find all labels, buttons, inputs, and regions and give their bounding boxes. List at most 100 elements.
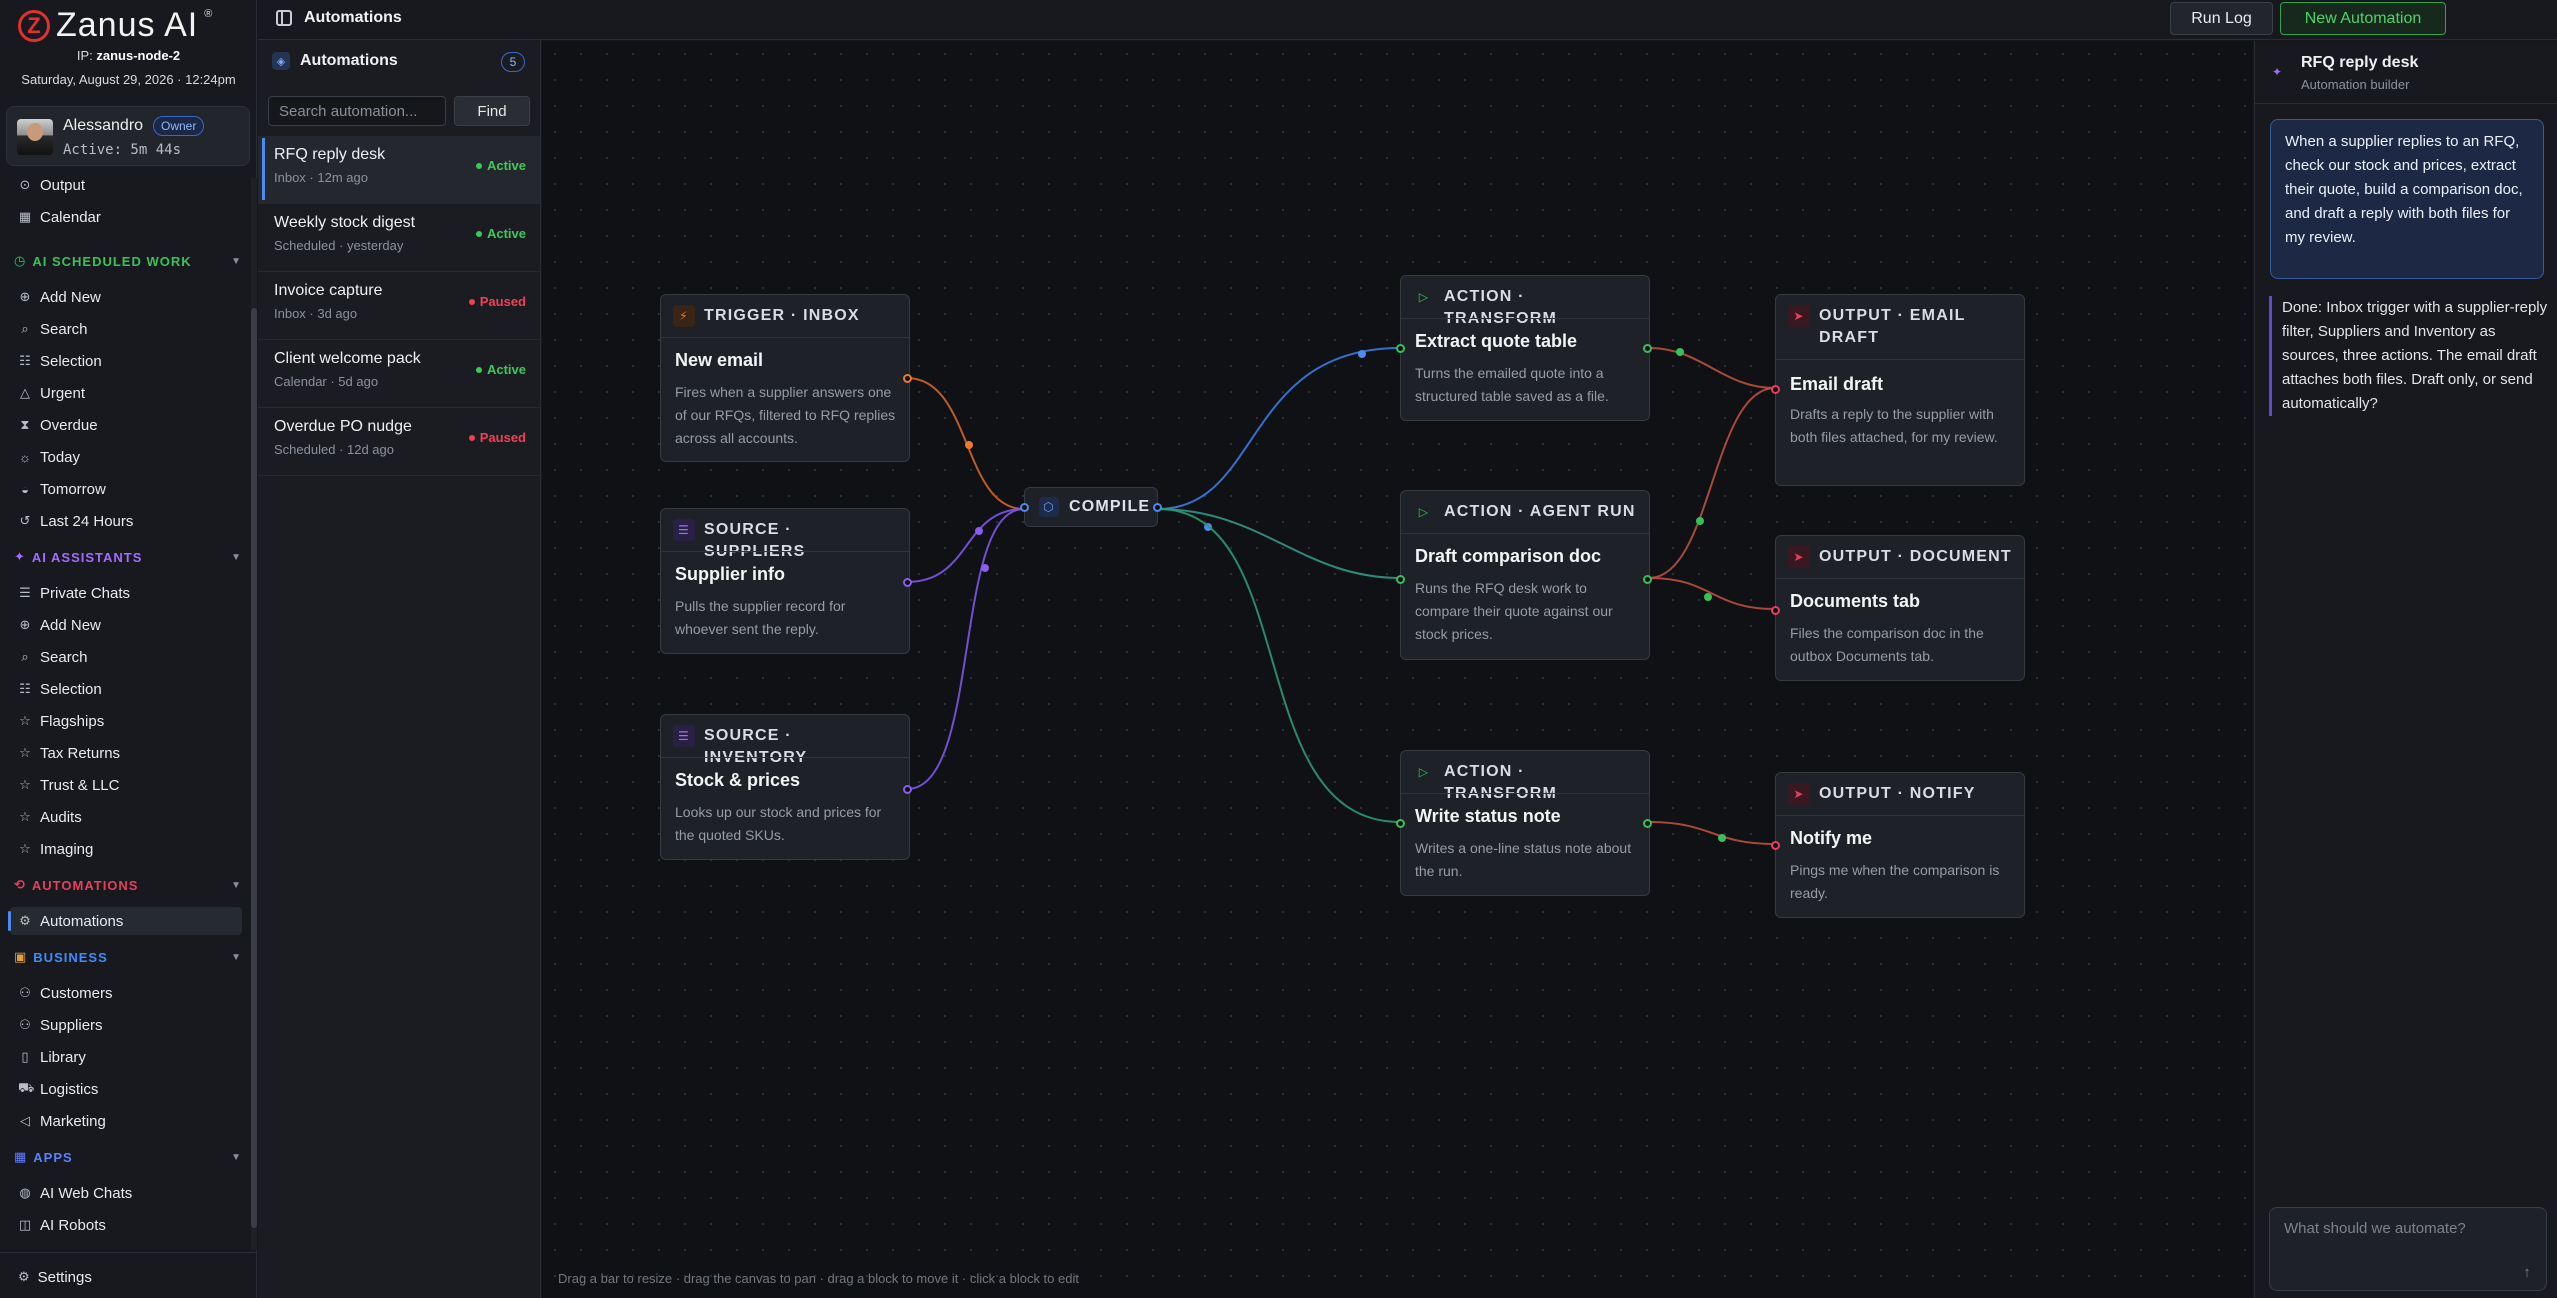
sidebar-item-private-chats[interactable]: ☰ Private Chats — [10, 579, 242, 607]
section-apps[interactable]: ▦ APPS ▼ — [14, 1146, 242, 1168]
sidebar-item-sched-add-new[interactable]: ⊕ Add New — [10, 283, 242, 311]
output-port[interactable] — [903, 785, 912, 794]
automation-item[interactable]: Weekly stock digest Scheduled · yesterda… — [258, 204, 540, 272]
section-automations[interactable]: ⟲ AUTOMATIONS ▼ — [14, 874, 242, 896]
hourglass-icon: ⧗ — [20, 417, 30, 432]
node-action-status-note[interactable]: ▷ ACTION · TRANSFORM Write status note Wr… — [1396, 750, 1652, 896]
node-source-inventory[interactable]: ☰ SOURCE · INVENTORY Stock & prices Looks… — [660, 714, 912, 860]
sidebar-item-calendar[interactable]: ▦ Calendar — [10, 203, 242, 231]
input-port[interactable] — [1396, 819, 1405, 828]
node-trigger-inbox[interactable]: ⚡ TRIGGER · INBOX New email Fires when a … — [660, 294, 912, 462]
wire-midpoint-dot — [981, 564, 989, 572]
sidebar-item-assist-search[interactable]: ⌕ Search — [10, 643, 242, 671]
sidebar-item-sched-selection[interactable]: ☷ Selection — [10, 347, 242, 375]
input-port[interactable] — [1020, 503, 1029, 512]
node-action-extract[interactable]: ▷ ACTION · TRANSFORM Extract quote table … — [1396, 275, 1652, 421]
input-port[interactable] — [1396, 344, 1405, 353]
node-kind: ACTION · AGENT RUN — [1444, 503, 1636, 520]
status-badge: Active — [475, 158, 526, 173]
sidebar-item-assist-selection[interactable]: ☷ Selection — [10, 675, 242, 703]
input-port[interactable] — [1771, 606, 1780, 615]
sidebar-item-tomorrow[interactable]: ◒ Tomorrow — [10, 475, 242, 503]
automation-title: Weekly stock digest — [274, 214, 416, 231]
sparkle-icon: ✦ — [14, 549, 26, 564]
node-title: Write status note — [1415, 806, 1561, 826]
output-port[interactable] — [1643, 819, 1652, 828]
node-output-documents[interactable]: ➤ OUTPUT · DOCUMENT Documents tab Files t… — [1771, 535, 2025, 681]
sidebar-item-marketing[interactable]: ◁ Marketing — [10, 1107, 242, 1135]
new-automation-button[interactable]: New Automation — [2280, 2, 2446, 35]
sidebar-item-ai-robots[interactable]: ◫ AI Robots — [10, 1211, 242, 1239]
run-log-button[interactable]: Run Log — [2170, 2, 2273, 35]
sidebar-item-sched-search[interactable]: ⌕ Search — [10, 315, 242, 343]
section-ai-scheduled-work[interactable]: ◷ AI SCHEDULED WORK ▼ — [14, 250, 242, 272]
apps-icon: ▦ — [14, 1149, 28, 1164]
list-header: ◈ Automations — [272, 52, 398, 70]
star-icon: ☆ — [19, 777, 31, 792]
search-automation-input[interactable] — [268, 96, 446, 126]
node-action-draft-doc[interactable]: ▷ ACTION · AGENT RUN Draft comparison doc… — [1396, 490, 1652, 660]
sidebar-item-assist-add-new[interactable]: ⊕ Add New — [10, 611, 242, 639]
automation-item[interactable]: Client welcome pack Calendar · 5d ago Ac… — [258, 340, 540, 408]
section-ai-assistants[interactable]: ✦ AI ASSISTANTS ▼ — [14, 546, 242, 568]
automation-prompt-input[interactable] — [2270, 1208, 2546, 1290]
output-port[interactable] — [903, 374, 912, 383]
book-icon: ▯ — [21, 1049, 29, 1064]
chevron-down-icon: ▼ — [231, 551, 242, 563]
sidebar-item-trust-llc[interactable]: ☆ Trust & LLC — [10, 771, 242, 799]
sidebar-toggle-icon[interactable] — [276, 10, 292, 26]
brand-logo[interactable]: Z Zanus AI ® — [18, 6, 212, 45]
input-port[interactable] — [1396, 575, 1405, 584]
user-card[interactable]: Alessandro Owner Active: 5m 44s — [6, 106, 250, 166]
find-button[interactable]: Find — [454, 96, 530, 126]
sidebar-item-settings[interactable]: ⚙ Settings — [10, 1263, 92, 1291]
sidebar-scrollbar[interactable] — [251, 178, 257, 1250]
send-arrow-icon[interactable]: ↑ — [2518, 1264, 2536, 1282]
input-port[interactable] — [1771, 841, 1780, 850]
history-icon: ↺ — [19, 513, 31, 528]
sidebar-item-ai-web-chats[interactable]: ◍ AI Web Chats — [10, 1179, 242, 1207]
node-source-suppliers[interactable]: ☰ SOURCE · SUPPLIERS Supplier info Pulls … — [660, 508, 912, 654]
sidebar-item-flagships[interactable]: ☆ Flagships — [10, 707, 242, 735]
sidebar-item-today[interactable]: ☼ Today — [10, 443, 242, 471]
automation-item[interactable]: Overdue PO nudge Scheduled · 12d ago Pau… — [258, 408, 540, 476]
node-compile[interactable]: ⬡ COMPILE — [1020, 487, 1162, 527]
sidebar-item-overdue[interactable]: ⧗ Overdue — [10, 411, 242, 439]
output-port[interactable] — [903, 578, 912, 587]
workflow-canvas[interactable]: ⚡ TRIGGER · INBOX New email Fires when a … — [542, 41, 2253, 1298]
node-kind: OUTPUT · NOTIFY — [1819, 785, 1976, 802]
sidebar-item-tax-returns[interactable]: ☆ Tax Returns — [10, 739, 242, 767]
warning-icon: △ — [20, 385, 30, 400]
node-output-notify[interactable]: ➤ OUTPUT · NOTIFY Notify me Pings me when… — [1771, 772, 2025, 918]
sidebar-nav: ⊙ Output ▦ Calendar ◷ AI SCHEDULED WORK ▼ ⊕ A… — [0, 178, 257, 1250]
automation-count-badge: 5 — [501, 52, 525, 72]
output-port[interactable] — [1153, 503, 1162, 512]
automation-item[interactable]: Invoice capture Inbox · 3d ago Paused — [258, 272, 540, 340]
node-kind: SOURCE · INVENTORY — [704, 727, 808, 766]
sidebar-item-urgent[interactable]: △ Urgent — [10, 379, 242, 407]
sidebar-item-automations[interactable]: ⚙ Automations — [8, 907, 242, 935]
top-bar: Automations Run Log New Automation — [258, 0, 2557, 40]
sidebar-item-suppliers[interactable]: ⚇ Suppliers — [10, 1011, 242, 1039]
sidebar-item-last-24-hours[interactable]: ↺ Last 24 Hours — [10, 507, 242, 535]
automation-item[interactable]: RFQ reply desk Inbox · 12m ago Active — [258, 136, 540, 204]
input-port[interactable] — [1771, 385, 1780, 394]
node-output-email-draft[interactable]: ➤ OUTPUT · EMAIL DRAFT Email draft Drafts… — [1771, 294, 2025, 486]
sidebar-item-library[interactable]: ▯ Library — [10, 1043, 242, 1071]
sidebar-item-output[interactable]: ⊙ Output — [10, 178, 242, 199]
output-port[interactable] — [1643, 575, 1652, 584]
wire-status-notify — [1648, 821, 1776, 845]
scrollbar-thumb[interactable] — [251, 308, 257, 1228]
node-kind: ACTION · TRANSFORM — [1444, 763, 1558, 802]
sidebar-item-audits[interactable]: ☆ Audits — [10, 803, 242, 831]
node-title: Extract quote table — [1415, 331, 1578, 351]
section-business[interactable]: ▣ BUSINESS ▼ — [14, 946, 242, 968]
chevron-down-icon: ▼ — [231, 1151, 242, 1163]
chevron-down-icon: ▼ — [231, 879, 242, 891]
wire-extract-email — [1648, 347, 1776, 389]
star-icon: ☆ — [19, 841, 31, 856]
output-port[interactable] — [1643, 344, 1652, 353]
sidebar-item-customers[interactable]: ⚇ Customers — [10, 979, 242, 1007]
sidebar-item-imaging[interactable]: ☆ Imaging — [10, 835, 242, 863]
sidebar-item-logistics[interactable]: ⛟ Logistics — [10, 1075, 242, 1103]
